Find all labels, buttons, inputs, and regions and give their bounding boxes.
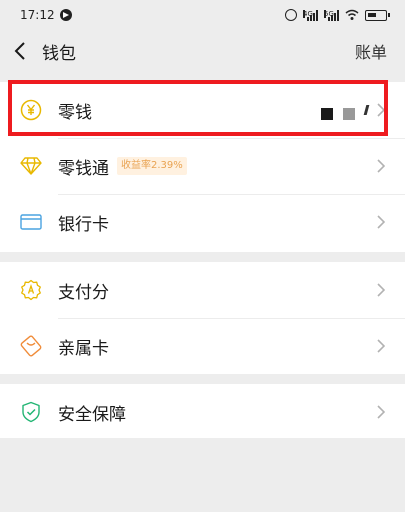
alarm-icon (285, 9, 297, 21)
bank-card-icon (20, 211, 42, 233)
header: 钱包 账单 (0, 30, 405, 72)
signal-icon-secondary: 5G (324, 9, 339, 21)
chevron-right-icon (377, 215, 387, 229)
wifi-icon (345, 9, 359, 20)
masked-balance (321, 100, 373, 120)
list-item-security[interactable]: 安全保障 (0, 384, 405, 440)
chevron-right-icon (377, 405, 387, 419)
list-item-label: 银行卡 (58, 214, 109, 235)
chevron-right-icon (377, 339, 387, 353)
list-item-label: 支付分 (58, 282, 109, 303)
security-card: 安全保障 (0, 384, 405, 438)
list-item-bank-card[interactable]: 银行卡 (0, 194, 405, 250)
signal-icon: 4G (303, 9, 318, 21)
wallet-card: 零钱 零钱通 收益率2.39% 银行卡 (0, 82, 405, 252)
battery-icon (365, 9, 390, 21)
yuan-coin-icon (20, 99, 42, 121)
list-item-label: 安全保障 (58, 404, 126, 425)
status-time: 17:12 (20, 8, 55, 22)
status-bar: 17:12 4G 5G (0, 0, 405, 30)
yield-badge: 收益率2.39% (117, 157, 187, 175)
chevron-right-icon (377, 159, 387, 173)
list-item-change[interactable]: 零钱 (0, 82, 405, 138)
family-card-icon (20, 335, 42, 357)
back-arrow-icon[interactable] (14, 41, 30, 61)
list-item-label: 亲属卡 (58, 338, 109, 359)
list-item-family-card[interactable]: 亲属卡 (0, 318, 405, 374)
list-item-payscore[interactable]: 支付分 (0, 262, 405, 318)
list-item-label: 零钱通 (58, 158, 109, 179)
credit-score-icon (20, 279, 42, 301)
navigation-icon (59, 9, 72, 21)
wallet-screen: 17:12 4G 5G 钱包 账单 零钱 零钱通 收益率2.39% 银行卡 支付… (0, 0, 405, 512)
list-item-lingqiantong[interactable]: 零钱通 收益率2.39% (0, 138, 405, 194)
diamond-icon (20, 155, 42, 177)
services-card: 支付分 亲属卡 (0, 262, 405, 374)
chevron-right-icon (377, 103, 387, 117)
chevron-right-icon (377, 283, 387, 297)
page-title: 钱包 (42, 43, 76, 64)
bill-button[interactable]: 账单 (355, 39, 387, 63)
shield-check-icon (20, 401, 42, 423)
list-item-label: 零钱 (58, 102, 92, 123)
